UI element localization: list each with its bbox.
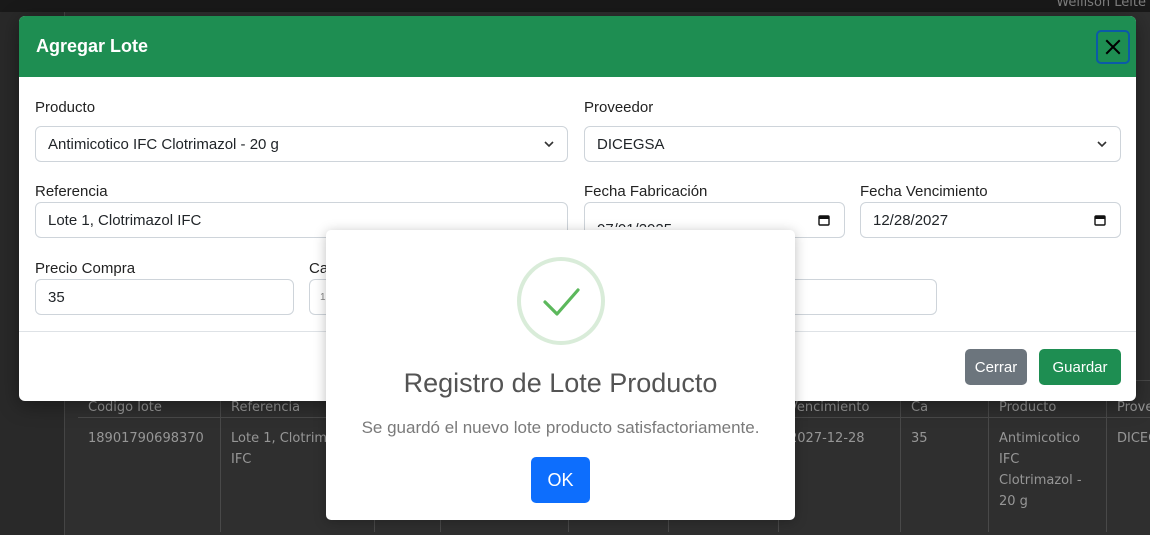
extra-input[interactable]: [795, 279, 937, 315]
ok-button[interactable]: OK: [531, 457, 590, 503]
fecha-vencimiento-value: 12/28/2027: [873, 211, 949, 229]
chevron-down-icon: [544, 141, 554, 148]
referencia-label: Referencia: [35, 183, 108, 200]
fecha-fabricacion-label: Fecha Fabricación: [584, 183, 708, 200]
proveedor-value: DICEGSA: [597, 135, 665, 153]
chevron-down-icon: [1097, 141, 1107, 148]
modal-header: Agregar Lote: [19, 16, 1136, 77]
fecha-vencimiento-input[interactable]: 12/28/2027: [860, 202, 1121, 238]
proveedor-label: Proveedor: [584, 99, 654, 116]
success-check-icon: [517, 257, 605, 345]
alert-title: Registro de Lote Producto: [403, 368, 718, 398]
fecha-fabricacion-value: 07/01/2025: [597, 215, 672, 227]
precio-compra-label: Precio Compra: [35, 260, 136, 277]
calendar-icon[interactable]: [1094, 214, 1106, 226]
close-button[interactable]: [1096, 30, 1130, 64]
guardar-button[interactable]: Guardar: [1039, 349, 1121, 385]
close-icon: [1105, 39, 1121, 55]
fecha-vencimiento-label: Fecha Vencimiento: [860, 183, 988, 200]
modal-title: Agregar Lote: [36, 36, 149, 56]
producto-select[interactable]: Antimicotico IFC Clotrimazol - 20 g: [35, 126, 568, 162]
proveedor-select[interactable]: DICEGSA: [584, 126, 1121, 162]
precio-compra-value: 35: [48, 288, 65, 306]
alert-text: Se guardó el nuevo lote producto satisfa…: [361, 418, 760, 437]
producto-value: Antimicotico IFC Clotrimazol - 20 g: [48, 135, 279, 153]
referencia-value: Lote 1, Clotrimazol IFC: [48, 211, 202, 229]
calendar-icon[interactable]: [818, 214, 830, 226]
cantidad-value: 1: [320, 291, 326, 303]
producto-label: Producto: [35, 99, 96, 116]
cerrar-button[interactable]: Cerrar: [965, 349, 1027, 385]
success-alert: Registro de Lote Producto Se guardó el n…: [326, 230, 795, 520]
precio-compra-input[interactable]: 35: [35, 279, 294, 315]
